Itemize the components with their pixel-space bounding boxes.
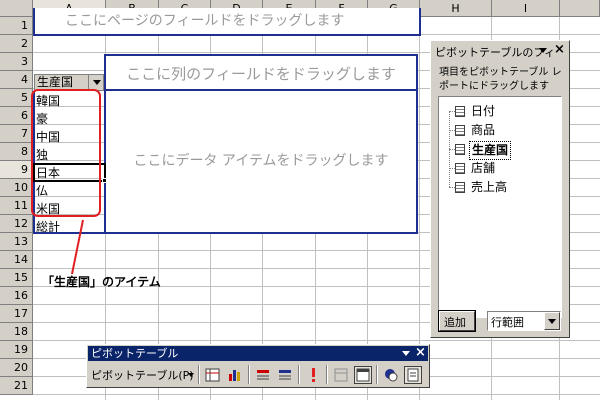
highlight-outline [31,89,101,217]
pivot-table-menu[interactable]: ピボットテーブル(P) [91,367,194,383]
row-header[interactable]: 14 [0,251,33,269]
toolbar-separator [248,365,250,384]
field-list-titlebar[interactable]: ピボットテーブルのフィ × [433,42,567,59]
always-display-items-icon[interactable] [354,366,372,384]
pivot-field-list-panel[interactable]: ピボットテーブルのフィ × 項目をピボットテーブル レ ポートにドラッグします … [430,40,570,338]
chevron-down-icon [548,319,556,324]
gridline-horizontal [33,340,600,341]
field-icon [455,125,465,136]
row-header[interactable]: 8 [0,143,33,161]
field-icon [455,144,465,155]
data-item-drop-area[interactable]: ここにデータ アイテムをドラッグします [104,89,418,234]
tree-trunk [449,111,450,187]
gridline-vertical [419,17,420,400]
chart-wizard-icon[interactable] [226,366,244,384]
menu-dropdown-icon[interactable] [402,351,410,356]
row-header[interactable]: 10 [0,179,33,197]
field-icon [455,163,465,174]
field-list-item[interactable]: 店舗 [469,160,497,177]
row-header[interactable]: 17 [0,305,33,323]
include-hidden-items-icon[interactable] [332,366,350,384]
row-header[interactable]: 13 [0,233,33,251]
row-header[interactable]: 3 [0,53,33,71]
data-item-drop-text: ここにデータ アイテムをドラッグします [133,153,389,169]
chevron-down-icon [188,373,194,377]
annotation-pointer-line [71,219,84,275]
row-header[interactable]: 12 [0,215,33,233]
chevron-down-icon [93,80,101,85]
pivot-toolbar-titlebar[interactable]: ピボットテーブル × [88,345,428,361]
pivot-toolbar[interactable]: ピボットテーブル × ピボットテーブル(P) [86,344,430,388]
close-icon[interactable]: × [554,42,565,57]
row-header[interactable]: 21 [0,377,33,395]
fill-handle[interactable] [102,178,107,183]
show-field-list-icon[interactable] [404,366,422,384]
column-header-j[interactable] [560,0,600,17]
gridline-horizontal [33,394,600,395]
field-list-instruction-line2: ポートにドラッグします [439,81,549,92]
row-header[interactable]: 2 [0,35,33,53]
hide-detail-icon[interactable] [254,366,272,384]
column-header-h[interactable]: H [420,0,492,17]
add-button[interactable]: 追加 [438,310,476,332]
field-list-item[interactable]: 生産国 [469,141,512,160]
field-list-item[interactable]: 商品 [469,122,497,139]
field-list-box[interactable]: 日付商品生産国 店舗売上高 [438,96,562,318]
row-header[interactable]: 19 [0,341,33,359]
refresh-data-icon[interactable] [304,366,322,384]
row-header[interactable]: 6 [0,107,33,125]
annotation-label: 「生産国」のアイテム [42,275,161,289]
close-icon[interactable]: × [415,345,426,360]
column-field-drop-text: ここに列のフィールドをドラッグします [126,65,396,83]
toolbar-separator [298,365,300,384]
area-select-dropdown-button[interactable] [544,312,560,330]
page-field-drop-area[interactable]: ここにページのフィールドをドラッグします [33,8,421,36]
row-header[interactable]: 1 [0,17,33,35]
field-list-title: ピボットテーブルのフィ [435,46,556,59]
format-report-icon[interactable] [204,366,222,384]
column-header-i[interactable]: I [492,0,560,17]
field-settings-icon[interactable] [382,366,400,384]
page-field-drop-text: ここにページのフィールドをドラッグします [65,13,345,29]
row-header[interactable]: 20 [0,359,33,377]
row-field-dropdown-button[interactable] [88,75,103,90]
field-icon [455,182,465,193]
area-select-value: 行範囲 [491,316,524,329]
field-icon [455,106,465,117]
annotation-pointer [71,219,84,275]
select-all-corner[interactable] [0,0,33,17]
row-header[interactable]: 4 [0,71,33,89]
toolbar-separator [198,365,200,384]
row-header[interactable]: 7 [0,125,33,143]
field-list-instruction-line1: 項目をピボットテーブル レ [439,67,562,78]
menu-dropdown-icon[interactable] [539,48,547,53]
row-header[interactable]: 5 [0,89,33,107]
row-header[interactable]: 15 [0,269,33,287]
pivot-toolbar-row: ピボットテーブル(P) [88,362,428,387]
show-detail-icon[interactable] [276,366,294,384]
toolbar-separator [326,365,328,384]
field-list-item[interactable]: 売上高 [469,179,509,196]
area-select[interactable]: 行範囲 [487,311,561,331]
row-header[interactable]: 11 [0,197,33,215]
column-field-drop-area[interactable]: ここに列のフィールドをドラッグします [104,54,418,91]
add-button-label: 追加 [444,316,466,329]
toolbar-separator [376,365,378,384]
row-header[interactable]: 9 [0,161,33,179]
field-list-item[interactable]: 日付 [469,103,497,120]
row-header[interactable]: 18 [0,323,33,341]
row-header[interactable]: 16 [0,287,33,305]
pivot-toolbar-title: ピボットテーブル [91,347,179,360]
row-field-label: 生産国 [37,75,74,89]
